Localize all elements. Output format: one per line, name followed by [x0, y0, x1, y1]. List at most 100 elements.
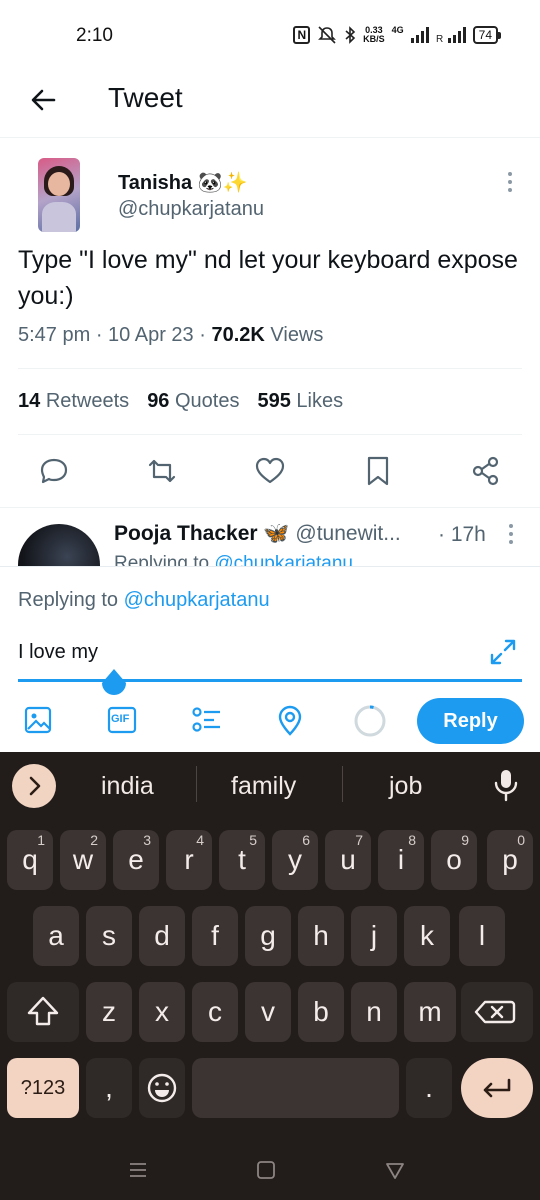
- key-b[interactable]: b: [298, 982, 344, 1042]
- period-key[interactable]: .: [406, 1058, 452, 1118]
- expand-icon[interactable]: [488, 637, 518, 667]
- key-r[interactable]: r4: [166, 830, 212, 890]
- suggestion-bar: india family job: [0, 752, 540, 818]
- reply-author: Pooja Thacker 🦋 @tunewit...: [114, 522, 401, 545]
- tweet-detail: Tanisha 🐼✨ @chupkarjatanu Type "I love m…: [0, 138, 540, 508]
- tweet-time: 5:47 pm: [18, 324, 91, 346]
- suggestion-2[interactable]: family: [231, 772, 296, 801]
- status-time: 2:10: [76, 25, 113, 46]
- gif-icon[interactable]: GIF: [105, 703, 139, 737]
- tweet-stats: 14 Retweets 96 Quotes 595 Likes: [18, 390, 343, 413]
- share-icon[interactable]: [469, 454, 503, 488]
- chevron-right-icon: [29, 776, 41, 796]
- emoji-icon: [147, 1073, 177, 1103]
- retweets-stat[interactable]: 14 Retweets: [18, 390, 129, 413]
- more-options-icon[interactable]: [502, 522, 520, 546]
- network-type: 4G: [391, 25, 404, 35]
- views-label: Views: [270, 324, 324, 346]
- key-j[interactable]: j: [351, 906, 397, 966]
- reply-composer: Replying to @chupkarjatanu I love my GIF…: [0, 566, 540, 752]
- tweet-meta: 5:47 pm · 10 Apr 23 · 70.2K Views: [18, 324, 324, 346]
- backspace-icon: [474, 1000, 516, 1024]
- replying-to-handle[interactable]: @chupkarjatanu: [124, 589, 270, 611]
- key-a[interactable]: a: [33, 906, 79, 966]
- key-u[interactable]: u7: [325, 830, 371, 890]
- key-y[interactable]: y6: [272, 830, 318, 890]
- key-i[interactable]: i8: [378, 830, 424, 890]
- svg-text:R: R: [436, 34, 443, 43]
- toolbar-toggle-button[interactable]: [12, 764, 56, 808]
- avatar[interactable]: [18, 524, 100, 566]
- shift-key[interactable]: [7, 982, 79, 1042]
- shift-icon: [27, 996, 59, 1026]
- enter-icon: [483, 1078, 511, 1098]
- like-icon[interactable]: [253, 454, 287, 488]
- suggestion-1[interactable]: india: [101, 772, 154, 801]
- key-f[interactable]: f: [192, 906, 238, 966]
- key-d[interactable]: d: [139, 906, 185, 966]
- microphone-icon[interactable]: [492, 768, 520, 802]
- key-m[interactable]: m: [404, 982, 456, 1042]
- nfc-icon: N: [293, 26, 311, 44]
- more-options-icon[interactable]: [500, 170, 520, 194]
- bookmark-icon[interactable]: [361, 454, 395, 488]
- divider: [196, 766, 197, 802]
- key-k[interactable]: k: [404, 906, 450, 966]
- key-z[interactable]: z: [86, 982, 132, 1042]
- soft-keyboard: india family job q1 w2 e3 r4 t5 y6 u7 i8…: [0, 752, 540, 1200]
- symbols-key[interactable]: ?123: [7, 1058, 79, 1118]
- input-underline: [18, 679, 522, 682]
- mute-icon: [318, 26, 337, 44]
- divider: [342, 766, 343, 802]
- backspace-key[interactable]: [461, 982, 533, 1042]
- system-nav-bar: [0, 1144, 540, 1200]
- author-display-name[interactable]: Tanisha 🐼✨: [118, 170, 247, 195]
- comma-key[interactable]: ,: [86, 1058, 132, 1118]
- key-s[interactable]: s: [86, 906, 132, 966]
- reply-preview[interactable]: Pooja Thacker 🦋 @tunewit... · 17h Replyi…: [0, 508, 540, 566]
- key-e[interactable]: e3: [113, 830, 159, 890]
- retweet-icon[interactable]: [145, 454, 179, 488]
- suggestion-3[interactable]: job: [389, 772, 422, 801]
- key-o[interactable]: o9: [431, 830, 477, 890]
- top-app-bar: Tweet: [0, 72, 540, 138]
- location-icon[interactable]: [273, 703, 307, 737]
- back-arrow-icon[interactable]: [24, 80, 64, 120]
- key-x[interactable]: x: [139, 982, 185, 1042]
- divider: [18, 368, 522, 369]
- key-h[interactable]: h: [298, 906, 344, 966]
- reply-icon[interactable]: [37, 454, 71, 488]
- key-c[interactable]: c: [192, 982, 238, 1042]
- key-v[interactable]: v: [245, 982, 291, 1042]
- key-q[interactable]: q1: [7, 830, 53, 890]
- text-cursor-handle[interactable]: [99, 667, 129, 701]
- key-n[interactable]: n: [351, 982, 397, 1042]
- author-handle[interactable]: @chupkarjatanu: [118, 198, 264, 221]
- reply-time: · 17h: [438, 523, 486, 546]
- recent-apps-icon[interactable]: [126, 1158, 150, 1182]
- character-count-progress: [354, 705, 386, 737]
- image-icon[interactable]: [21, 703, 55, 737]
- reply-replying-to: Replying to @chupkarjatanu: [114, 553, 353, 566]
- avatar[interactable]: [38, 158, 80, 232]
- likes-stat[interactable]: 595 Likes: [257, 390, 343, 413]
- divider: [18, 434, 522, 435]
- poll-icon[interactable]: [189, 703, 223, 737]
- space-key[interactable]: [192, 1058, 399, 1118]
- key-l[interactable]: l: [459, 906, 505, 966]
- key-t[interactable]: t5: [219, 830, 265, 890]
- quotes-stat[interactable]: 96 Quotes: [147, 390, 239, 413]
- back-icon[interactable]: [383, 1158, 407, 1182]
- reply-input[interactable]: I love my: [18, 641, 98, 664]
- tweet-date: 10 Apr 23: [108, 324, 194, 346]
- key-p[interactable]: p0: [487, 830, 533, 890]
- reply-button[interactable]: Reply: [417, 698, 524, 744]
- emoji-key[interactable]: [139, 1058, 185, 1118]
- home-icon[interactable]: [254, 1158, 278, 1182]
- key-w[interactable]: w2: [60, 830, 106, 890]
- enter-key[interactable]: [461, 1058, 533, 1118]
- key-g[interactable]: g: [245, 906, 291, 966]
- tweet-actions: [0, 450, 540, 490]
- status-bar: 2:10 N 0.33 KB/S 4G R 74: [0, 0, 540, 72]
- bluetooth-icon: [345, 26, 356, 44]
